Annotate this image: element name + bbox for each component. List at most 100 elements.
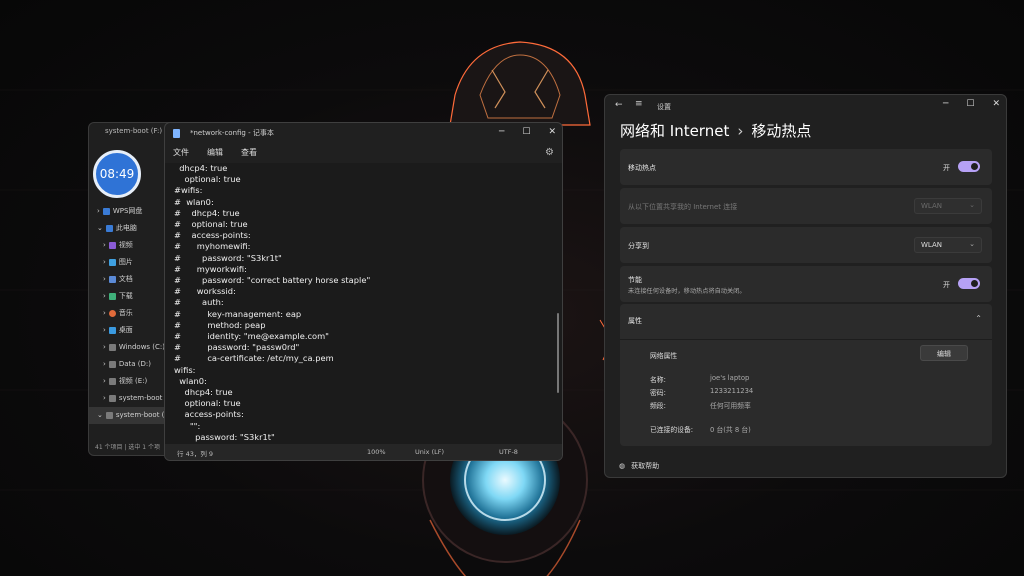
- connected-devices-label: 已连接的设备:: [650, 426, 694, 434]
- editor-line: # ca-certificate: /etc/my_ca.pem: [174, 353, 334, 364]
- hamburger-menu-icon[interactable]: ≡: [635, 99, 643, 109]
- minimize-icon[interactable]: ─: [499, 127, 504, 137]
- drive-icon: [108, 378, 116, 385]
- desktop-folder-icon: [108, 327, 116, 334]
- downloads-folder-icon: [108, 293, 116, 300]
- settings-app-label: 设置: [657, 103, 671, 111]
- chevron-right-icon: ›: [103, 377, 106, 385]
- clock-time: 08:49: [99, 167, 135, 181]
- chevron-down-icon: ⌄: [97, 224, 103, 232]
- close-icon[interactable]: ✕: [548, 127, 556, 137]
- drive-icon: [108, 395, 116, 402]
- clock-widget[interactable]: 08:49: [93, 150, 141, 198]
- editor-line: # password: "passw0rd": [174, 342, 300, 353]
- power-saving-label: 节能: [628, 276, 642, 284]
- editor-line: dhcp4: true: [174, 387, 233, 398]
- editor-line: # key-management: eap: [174, 308, 302, 319]
- cursor-position: 行 43，列 9: [177, 450, 214, 458]
- vertical-scrollbar[interactable]: [557, 313, 559, 393]
- editor-line: access-points:: [174, 409, 244, 420]
- zoom-level: 100%: [367, 448, 386, 456]
- chevron-right-icon: ›: [103, 360, 106, 368]
- chevron-right-icon: ›: [103, 394, 106, 402]
- settings-window[interactable]: ← ≡ 设置 ─ ☐ ✕ 网络和 Internet › 移动热点 移动热点 开 从以…: [604, 94, 1007, 478]
- network-properties-label: 网络属性: [650, 352, 678, 360]
- chevron-down-icon: ⌄: [969, 201, 975, 209]
- drive-icon: [108, 344, 116, 351]
- editor-line: # identity: "me@example.com": [174, 331, 329, 342]
- music-folder-icon: [108, 310, 116, 317]
- maximize-icon[interactable]: ☐: [522, 127, 530, 137]
- notepad-status-bar: 行 43，列 9 100% Unix (LF) UTF-8: [165, 444, 562, 460]
- cloud-icon: [102, 208, 110, 215]
- editor-line: # method: peap: [174, 319, 266, 330]
- chevron-up-icon[interactable]: ⌃: [975, 314, 982, 323]
- get-help-link[interactable]: ◍ 获取帮助: [619, 461, 659, 471]
- editor-line: # auth:: [174, 297, 224, 308]
- chevron-down-icon: ⌄: [969, 240, 975, 248]
- hotspot-toggle[interactable]: [958, 161, 980, 172]
- share-over-value: WLAN: [921, 241, 943, 249]
- notepad-app-icon: [173, 128, 180, 138]
- editor-line: #wifis:: [174, 185, 203, 196]
- editor-text: dhcp4: true optional: true #wifis: # wlan0…: [174, 163, 370, 443]
- editor-line: # access-points:: [174, 230, 251, 241]
- properties-header: 属性: [628, 317, 642, 325]
- page-title: 移动热点: [751, 122, 812, 140]
- hotspot-label: 移动热点: [628, 164, 656, 172]
- breadcrumb-chevron-icon: ›: [737, 122, 744, 140]
- close-icon[interactable]: ✕: [992, 99, 1000, 109]
- share-from-value: WLAN: [921, 202, 943, 210]
- editor-line: # optional: true: [174, 219, 248, 230]
- editor-line: # myhomewifi:: [174, 241, 251, 252]
- notepad-window[interactable]: *network-config - 记事本 ─ ☐ ✕ 文件 编辑 查看 ⚙ d…: [164, 122, 563, 461]
- power-saving-toggle[interactable]: [958, 278, 980, 289]
- chevron-right-icon: ›: [103, 241, 106, 249]
- breadcrumb: 网络和 Internet › 移动热点: [620, 120, 811, 141]
- menu-file[interactable]: 文件: [173, 147, 189, 158]
- chevron-right-icon: ›: [97, 207, 100, 215]
- menu-view[interactable]: 查看: [241, 147, 257, 158]
- band-label: 频段:: [650, 402, 666, 410]
- encoding: UTF-8: [499, 448, 518, 456]
- documents-folder-icon: [108, 276, 116, 283]
- editor-line: # dhcp4: true: [174, 207, 240, 218]
- password-value: 1233211234: [710, 387, 754, 395]
- line-ending: Unix (LF): [415, 448, 445, 456]
- minimize-icon[interactable]: ─: [943, 99, 948, 109]
- chevron-right-icon: ›: [103, 258, 106, 266]
- share-over-dropdown[interactable]: WLAN ⌄: [914, 237, 982, 253]
- editor-line: "":: [174, 420, 201, 431]
- editor-line: wifis:: [174, 364, 196, 375]
- pictures-folder-icon: [108, 259, 116, 266]
- breadcrumb-parent[interactable]: 网络和 Internet: [620, 122, 729, 140]
- power-saving-card: 节能 未连接任何设备时，移动热点将自动关闭。 开: [620, 266, 992, 302]
- editor-line: password: "S3kr1t": [174, 431, 275, 442]
- chevron-right-icon: ›: [103, 275, 106, 283]
- chevron-right-icon: ›: [103, 326, 106, 334]
- divider: [620, 339, 992, 340]
- maximize-icon[interactable]: ☐: [966, 99, 974, 109]
- share-from-card: 从以下位置共享我的 Internet 连接 WLAN ⌄: [620, 188, 992, 224]
- menu-edit[interactable]: 编辑: [207, 147, 223, 158]
- editor-line: # workssid:: [174, 286, 236, 297]
- power-saving-state: 开: [943, 281, 950, 289]
- text-editor-area[interactable]: dhcp4: true optional: true #wifis: # wlan0…: [165, 163, 562, 444]
- power-saving-desc: 未连接任何设备时，移动热点将自动关闭。: [628, 288, 746, 295]
- help-icon: ◍: [619, 462, 626, 470]
- computer-icon: [105, 225, 113, 232]
- gear-icon[interactable]: ⚙: [545, 147, 554, 158]
- editor-line: # myworkwifi:: [174, 263, 247, 274]
- share-from-dropdown[interactable]: WLAN ⌄: [914, 198, 982, 214]
- back-arrow-icon[interactable]: ←: [615, 100, 623, 110]
- properties-section: 属性 ⌃ 网络属性 编辑 名称: joe's laptop 密码: 123321…: [620, 304, 992, 446]
- drive-icon: [105, 412, 113, 419]
- editor-line: # password: "correct battery horse stapl…: [174, 275, 371, 286]
- share-over-label: 分享到: [628, 242, 649, 250]
- edit-button[interactable]: 编辑: [920, 345, 968, 361]
- share-from-label: 从以下位置共享我的 Internet 连接: [628, 203, 738, 211]
- editor-line: # password: "S3kr1t": [174, 252, 282, 263]
- name-value: joe's laptop: [710, 374, 750, 382]
- chevron-right-icon: ›: [103, 309, 106, 317]
- editor-line: wlan0:: [174, 375, 207, 386]
